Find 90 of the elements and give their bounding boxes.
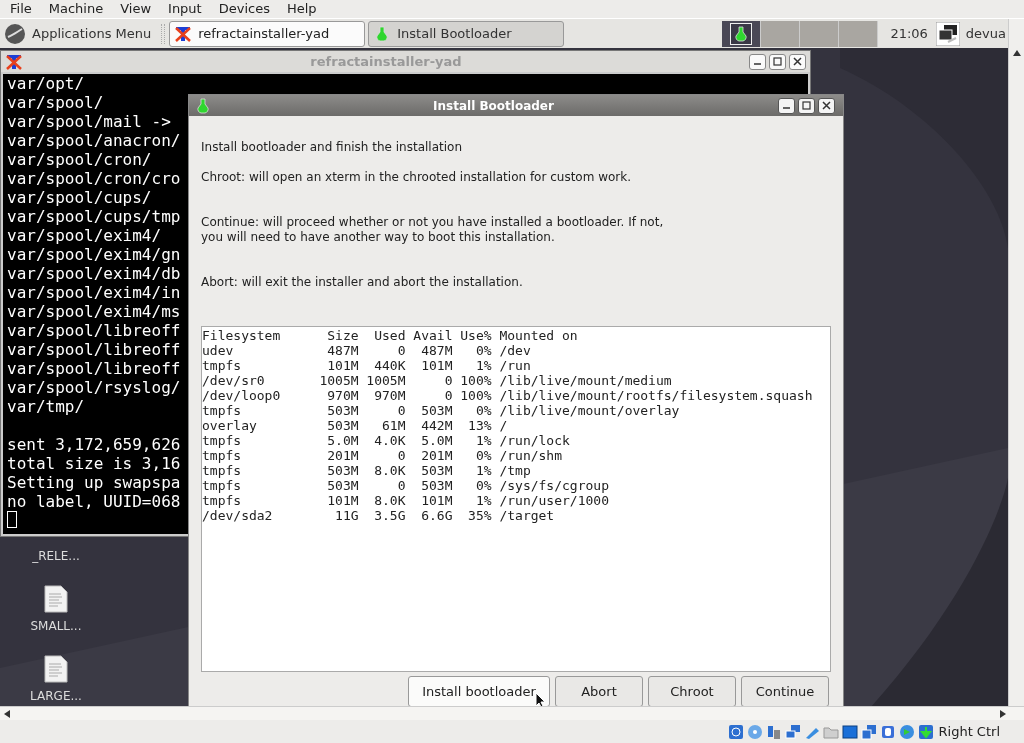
output-line: tmpfs 201M 0 201M 0% /run/shm — [202, 448, 563, 464]
desktop-icon-label[interactable]: LARGE... — [30, 687, 82, 705]
applications-menu-button[interactable]: Applications Menu — [0, 19, 162, 48]
menu-item[interactable]: Help — [286, 0, 317, 19]
terminal-line: no label, UUID=068 — [7, 492, 181, 511]
minimize-button[interactable] — [749, 53, 766, 70]
terminal-line: var/spool/anacron/ — [7, 131, 181, 150]
taskbar-button[interactable]: refractainstaller-yad — [169, 20, 366, 47]
menu-item[interactable]: Devices — [218, 0, 270, 19]
terminal-line: total size is 3,16 — [7, 454, 181, 473]
document-icon — [44, 655, 68, 683]
terminal-line: Setting up swapspa — [7, 473, 181, 492]
flask-icon — [735, 25, 748, 42]
menu-item[interactable]: View — [120, 0, 152, 19]
window-title: refractainstaller-yad — [309, 52, 463, 71]
terminal-line: var/spool/exim4/ms — [7, 302, 181, 321]
maximize-icon — [773, 57, 782, 66]
maximize-button[interactable] — [798, 97, 815, 114]
close-icon — [793, 57, 802, 66]
terminal-line: var/spool/libreoff — [7, 359, 181, 378]
text-cursor — [7, 511, 17, 528]
terminal-line: var/spool/libreoff — [7, 321, 181, 340]
output-line: /dev/loop0 970M 970M 0 100% /lib/live/mount/rootfs/filesystem.squash — [202, 388, 813, 404]
host-key-label: Right Ctrl — [938, 722, 1000, 741]
instruction-text: Chroot: will open an xterm in the chrooted installation for custom work. — [201, 170, 633, 186]
scroll-left-icon[interactable] — [4, 709, 10, 718]
output-line: tmpfs 503M 0 503M 0% /sys/fs/cgroup — [202, 478, 609, 494]
output-line: tmpfs 503M 8.0K 503M 1% /tmp — [202, 463, 531, 479]
scroll-up-icon[interactable] — [1012, 50, 1021, 56]
terminal-line: var/spool/libreoff — [7, 340, 181, 359]
vertical-scrollbar[interactable] — [1008, 48, 1024, 706]
output-line: /dev/sr0 1005M 1005M 0 100% /lib/live/mount/medium — [202, 373, 672, 389]
user-name: devua — [965, 24, 1006, 43]
menu-item[interactable]: File — [10, 0, 32, 19]
horizontal-scrollbar[interactable] — [0, 706, 1024, 720]
terminal-line: var/spool/exim4/in — [7, 283, 181, 302]
terminal-line: var/spool/rsyslog/ — [7, 378, 181, 397]
output-line: tmpfs 503M 0 503M 0% /lib/live/mount/overlay — [202, 403, 680, 419]
menu-item[interactable]: Machine — [48, 0, 104, 19]
minimize-button[interactable] — [778, 97, 795, 114]
output-line: overlay 503M 61M 442M 13% / — [202, 418, 508, 434]
chip-icon[interactable] — [879, 723, 896, 740]
output-line: /dev/sda2 11G 3.5G 6.6G 35% /target — [202, 508, 555, 524]
terminal-line: var/spool/cups/ — [7, 188, 152, 207]
taskbar-button[interactable]: Install Bootloader — [368, 20, 565, 47]
flask-icon — [376, 25, 389, 42]
window-title: Install Bootloader — [432, 97, 555, 115]
scroll-right-icon[interactable] — [1000, 709, 1006, 718]
display-icon[interactable] — [841, 723, 858, 740]
dialog-button[interactable]: Chroot — [648, 676, 736, 706]
menu-item[interactable]: Input — [168, 0, 202, 19]
instruction-text: Abort: will exit the installer and abort the installation. — [201, 275, 524, 291]
terminal-line: var/spool/cron/ — [7, 150, 152, 169]
maximize-icon — [802, 101, 811, 111]
instruction-text: Continue: will proceed whether or not you have installed a bootloader. If not, you will need to have another way to boot this installation. — [201, 215, 665, 246]
output-line: tmpfs 5.0M 4.0K 5.0M 1% /run/lock — [202, 433, 570, 449]
terminal-line: var/opt/ — [7, 74, 85, 93]
workspace[interactable] — [722, 20, 762, 47]
terminal-line: var/spool/cups/tmp — [7, 207, 181, 226]
output-line: Filesystem Size Used Avail Use% Mounted on — [202, 328, 578, 344]
terminal-line: var/spool/exim4/ — [7, 226, 162, 245]
document-icon — [44, 585, 68, 613]
dialog-button[interactable]: Install bootloader — [408, 676, 550, 706]
terminal-line: var/spool/exim4/gn — [7, 245, 181, 264]
output-line: tmpfs 101M 8.0K 101M 1% /run/user/1000 — [202, 493, 609, 509]
desktop-icon-label[interactable]: _RELE... — [32, 547, 80, 565]
download-icon[interactable] — [917, 723, 934, 740]
mouse-pointer-icon — [535, 692, 545, 706]
maximize-button[interactable] — [769, 53, 786, 70]
dialog-button[interactable]: Continue — [741, 676, 829, 706]
x-logo-icon — [5, 52, 23, 71]
terminal-line: var/spool/ — [7, 93, 104, 112]
close-button[interactable] — [818, 97, 835, 114]
x-logo-icon — [174, 24, 193, 43]
instruction-text: Install bootloader and finish the installation — [201, 140, 464, 156]
terminal-line: sent 3,172,659,626 — [7, 435, 181, 454]
output-line: tmpfs 101M 440K 101M 1% /run — [202, 358, 531, 374]
terminal-line: var/tmp/ — [7, 397, 85, 416]
terminal-line: var/spool/exim4/db — [7, 264, 181, 283]
dialog-button[interactable]: Abort — [555, 676, 643, 706]
flask-icon — [197, 97, 209, 114]
close-button[interactable] — [789, 53, 806, 70]
clock: 21:06 — [890, 24, 928, 43]
close-icon — [822, 101, 831, 111]
terminal-line: var/spool/mail -> — [7, 112, 171, 131]
terminal-line: var/spool/cron/cro — [7, 169, 181, 188]
network-icon[interactable] — [935, 21, 960, 46]
logo-icon — [4, 22, 26, 45]
output-line: udev 487M 0 487M 0% /dev — [202, 343, 531, 359]
desktop-icon-label[interactable]: SMALL... — [30, 617, 82, 635]
